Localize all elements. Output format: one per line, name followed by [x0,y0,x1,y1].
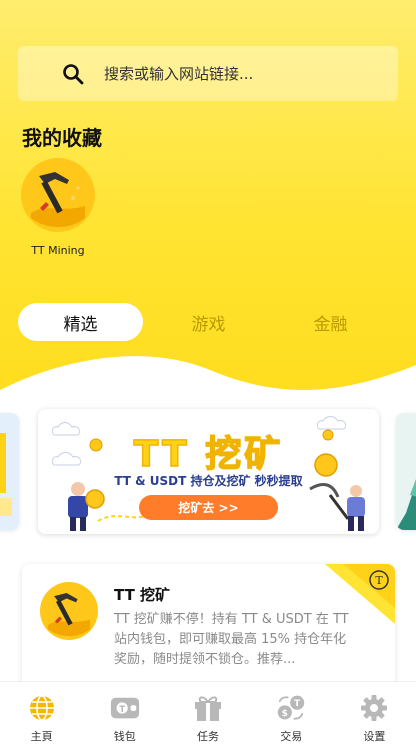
svg-text:$: $ [282,709,288,719]
banner-mine-button[interactable]: 挖矿去 >> [139,495,278,520]
search-icon [60,61,86,87]
wallet-icon: T [110,694,140,722]
dapp-card-tt-mining[interactable]: T TT 挖矿 TT 挖矿赚不停！持有 TT & USDT 在 TT 站内钱包，… [22,564,395,689]
search-input[interactable] [104,64,398,83]
nav-label-trade: 交易 [280,730,303,743]
bottom-navigation: 主頁 T 钱包 任务 $ T 交易 设置 [0,681,416,750]
exchange-icon: $ T [276,694,306,722]
category-tabs: 精选 游戏 金融 [18,303,398,341]
favorites-title: 我的收藏 [22,126,102,150]
nav-item-tasks[interactable]: 任务 [166,682,249,750]
nav-item-settings[interactable]: 设置 [333,682,416,750]
tab-featured[interactable]: 精选 [18,303,143,341]
globe-icon [27,694,57,722]
gift-icon [193,694,223,722]
svg-text:T: T [294,699,300,709]
promo-banner[interactable]: TT 挖矿 TT & USDT 持仓及挖矿 秒秒提取 挖矿去 >> [38,409,379,534]
banner-title: TT 挖矿 [133,433,284,476]
nav-item-home[interactable]: 主頁 [0,682,83,750]
favorite-item-label: TT Mining [31,244,85,257]
tab-games[interactable]: 游戏 [146,303,271,341]
nav-label-home: 主頁 [30,730,53,743]
nav-item-wallet[interactable]: T 钱包 [83,682,166,750]
card-title: TT 挖矿 [114,586,171,604]
pickaxe-icon [21,158,95,232]
banner-next-peek[interactable] [396,413,416,530]
favorite-item-tt-mining[interactable]: TT Mining [16,158,100,257]
nav-label-tasks: 任务 [197,730,219,743]
search-bar[interactable] [18,46,398,101]
banner-subtitle: TT & USDT 持仓及挖矿 秒秒提取 [114,474,303,488]
gear-icon [359,694,389,722]
tab-finance[interactable]: 金融 [268,303,393,341]
nav-item-trade[interactable]: $ T 交易 [250,682,333,750]
pickaxe-icon [40,582,98,640]
svg-text:T: T [375,574,383,587]
card-description: TT 挖矿赚不停！持有 TT & USDT 在 TT 站内钱包，即可赚取最高 1… [114,612,349,667]
banner-previous-peek[interactable] [0,413,19,530]
nav-label-settings: 设置 [363,730,386,743]
svg-text:T: T [119,704,125,714]
nav-label-wallet: 钱包 [113,730,136,743]
